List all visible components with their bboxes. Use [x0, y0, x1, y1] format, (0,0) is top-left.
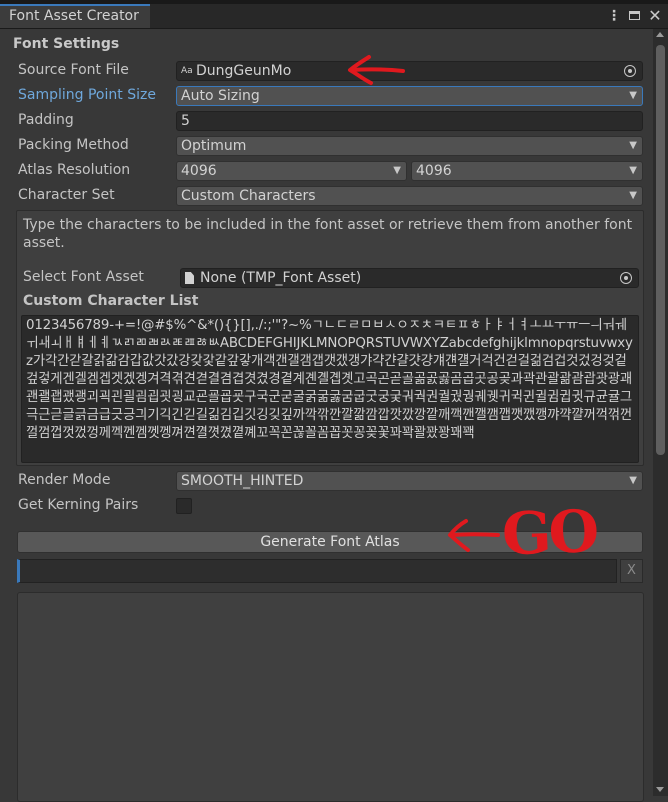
title-bar: Font Asset Creator ⋮ ✕ — [0, 4, 668, 29]
scrollbar-thumb[interactable] — [656, 45, 665, 455]
select-font-asset-value: None (TMP_Font Asset) — [200, 270, 362, 286]
scroll-up-icon[interactable] — [656, 32, 664, 37]
custom-character-list-textarea[interactable]: 0123456789-+=!@#$%^&*(){}[],./:;'"?~%ㄱㄴㄷ… — [21, 315, 639, 463]
render-mode-dropdown[interactable]: SMOOTH_HINTED ▼ — [176, 471, 643, 491]
maximize-icon[interactable] — [627, 7, 643, 25]
generate-font-atlas-button[interactable]: Generate Font Atlas — [17, 531, 643, 553]
atlas-preview-area — [17, 592, 644, 802]
custom-character-list-label: Custom Character List — [23, 293, 199, 309]
dropdown-arrow-icon: ▼ — [629, 90, 637, 101]
dropdown-arrow-icon: ▼ — [629, 140, 637, 151]
file-icon — [185, 272, 194, 284]
sampling-point-size-value: Auto Sizing — [181, 88, 260, 104]
packing-method-dropdown[interactable]: Optimum ▼ — [176, 136, 643, 156]
character-set-dropdown[interactable]: Custom Characters ▼ — [176, 186, 643, 206]
source-font-file-label: Source Font File — [18, 62, 129, 78]
packing-method-value: Optimum — [181, 138, 247, 154]
padding-value: 5 — [181, 113, 190, 129]
window-tab[interactable]: Font Asset Creator — [0, 4, 150, 28]
vertical-scrollbar[interactable] — [653, 29, 668, 796]
sampling-point-size-dropdown[interactable]: Auto Sizing ▼ — [176, 86, 643, 106]
packing-method-label: Packing Method — [18, 137, 129, 153]
source-font-file-value: DungGeunMo — [196, 63, 292, 79]
atlas-resolution-label: Atlas Resolution — [18, 162, 131, 178]
more-options-icon[interactable]: ⋮ — [606, 7, 622, 25]
section-title: Font Settings — [13, 36, 120, 52]
object-picker-icon[interactable] — [624, 65, 636, 77]
atlas-height-dropdown[interactable]: 4096 ▼ — [411, 161, 643, 181]
dropdown-arrow-icon: ▼ — [629, 165, 637, 176]
source-font-file-field[interactable]: Aa DungGeunMo — [176, 61, 643, 81]
render-mode-label: Render Mode — [18, 472, 111, 488]
custom-characters-help: Type the characters to be included in th… — [23, 217, 633, 251]
atlas-width-value: 4096 — [181, 163, 217, 179]
close-icon[interactable]: ✕ — [647, 7, 663, 25]
select-font-asset-field[interactable]: None (TMP_Font Asset) — [180, 268, 639, 288]
render-mode-value: SMOOTH_HINTED — [181, 473, 304, 489]
dropdown-arrow-icon: ▼ — [629, 475, 637, 486]
kerning-checkbox[interactable] — [176, 498, 192, 514]
progress-bar — [17, 559, 617, 583]
object-picker-icon[interactable] — [620, 272, 632, 284]
padding-label: Padding — [18, 112, 74, 128]
atlas-height-value: 4096 — [416, 163, 452, 179]
sampling-point-size-label: Sampling Point Size — [18, 87, 156, 103]
kerning-label: Get Kerning Pairs — [18, 497, 139, 513]
clear-progress-button[interactable]: X — [620, 559, 643, 583]
custom-character-list-value: 0123456789-+=!@#$%^&*(){}[],./:;'"?~%ㄱㄴㄷ… — [26, 318, 633, 441]
scroll-down-icon[interactable] — [656, 787, 664, 792]
dropdown-arrow-icon: ▼ — [629, 190, 637, 201]
font-file-icon: Aa — [181, 66, 193, 76]
dropdown-arrow-icon: ▼ — [393, 165, 401, 176]
character-set-value: Custom Characters — [181, 188, 316, 204]
character-set-label: Character Set — [18, 187, 115, 203]
window-tab-label: Font Asset Creator — [9, 8, 139, 24]
atlas-width-dropdown[interactable]: 4096 ▼ — [176, 161, 407, 181]
select-font-asset-label: Select Font Asset — [23, 269, 144, 285]
padding-field[interactable]: 5 — [176, 111, 643, 131]
